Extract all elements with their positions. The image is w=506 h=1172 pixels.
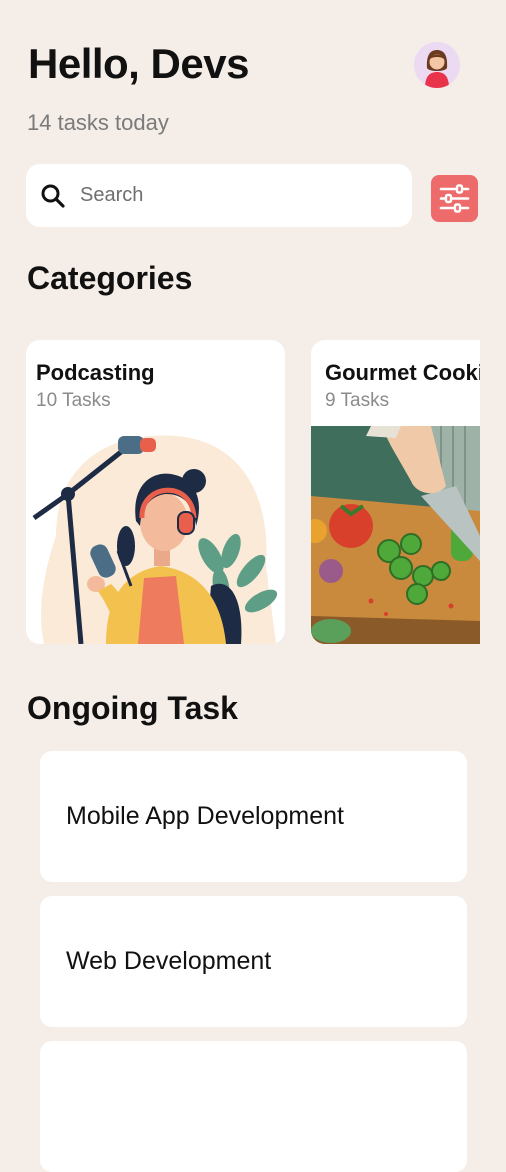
task-card-partial[interactable] — [40, 1041, 467, 1172]
task-card-web-development[interactable]: Web Development — [40, 896, 467, 1027]
filter-button[interactable] — [431, 175, 478, 222]
sliders-icon — [439, 184, 470, 213]
greeting-title: Hello, Devs — [28, 40, 249, 87]
category-name: Gourmet Cooking — [325, 360, 480, 385]
categories-heading: Categories — [27, 260, 193, 296]
search-icon — [41, 184, 65, 208]
search-input[interactable] — [78, 183, 382, 208]
woman-avatar-icon[interactable] — [414, 42, 460, 88]
category-name: Podcasting — [36, 360, 155, 385]
tasks-today-text: 14 tasks today — [27, 110, 169, 135]
task-card-mobile-app[interactable]: Mobile App Development — [40, 751, 467, 882]
category-task-count: 9 Tasks — [325, 390, 390, 411]
category-card-podcasting[interactable]: Podcasting 10 Tasks — [26, 340, 285, 644]
podcaster-illustration — [32, 435, 278, 644]
search-bar[interactable] — [26, 164, 412, 227]
category-task-count: 10 Tasks — [36, 390, 111, 411]
category-card-gourmet-cooking[interactable]: Gourmet Cooking 9 Tasks — [311, 340, 480, 644]
task-label: Mobile App Development — [66, 802, 344, 830]
cooking-illustration — [311, 426, 480, 644]
task-label: Web Development — [66, 947, 272, 975]
ongoing-task-heading: Ongoing Task — [27, 690, 238, 726]
